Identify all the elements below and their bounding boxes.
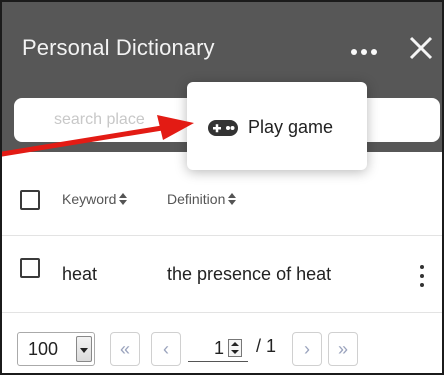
close-icon[interactable]: [406, 33, 436, 63]
next-page-button[interactable]: ›: [292, 332, 322, 366]
first-page-button[interactable]: «: [110, 332, 140, 366]
last-page-button[interactable]: »: [328, 332, 358, 366]
sort-icon: [228, 193, 237, 205]
previous-page-button[interactable]: ‹: [151, 332, 181, 366]
last-page-icon: »: [337, 338, 348, 359]
first-page-icon: «: [119, 338, 130, 359]
current-page: 1: [214, 338, 225, 358]
page-total: / 1: [256, 336, 277, 356]
page-size-select[interactable]: 100: [17, 332, 95, 366]
table-row: heat the presence of heat: [2, 237, 442, 313]
menu-item-play-game[interactable]: Play game: [187, 82, 367, 170]
page-spinner-icon[interactable]: [228, 339, 242, 357]
column-header-keyword[interactable]: Keyword: [62, 191, 128, 207]
row-checkbox[interactable]: [20, 258, 40, 278]
dictionary-window: Personal Dictionary Keyword Definition h…: [0, 0, 444, 375]
gamepad-icon: [208, 120, 238, 136]
dropdown-arrow-icon[interactable]: [76, 336, 92, 362]
pagination-bar: 100 « ‹ 1 / 1 › »: [2, 314, 442, 373]
select-all-checkbox[interactable]: [20, 190, 40, 210]
row-menu-icon[interactable]: [419, 265, 425, 287]
chevron-right-icon: ›: [304, 338, 310, 359]
column-label: Keyword: [62, 191, 117, 207]
more-options-icon[interactable]: [351, 46, 385, 58]
options-menu: Play game: [187, 82, 367, 170]
row-definition: the presence of heat: [167, 264, 332, 284]
column-label: Definition: [167, 191, 226, 207]
page-title: Personal Dictionary: [22, 35, 215, 60]
page-number-input[interactable]: 1: [188, 336, 248, 362]
column-header-definition[interactable]: Definition: [167, 191, 237, 207]
row-keyword: heat: [62, 264, 98, 284]
sort-icon: [119, 193, 128, 205]
page-size-value: 100: [28, 339, 59, 359]
chevron-left-icon: ‹: [163, 338, 169, 359]
play-game-label: Play game: [248, 117, 334, 137]
